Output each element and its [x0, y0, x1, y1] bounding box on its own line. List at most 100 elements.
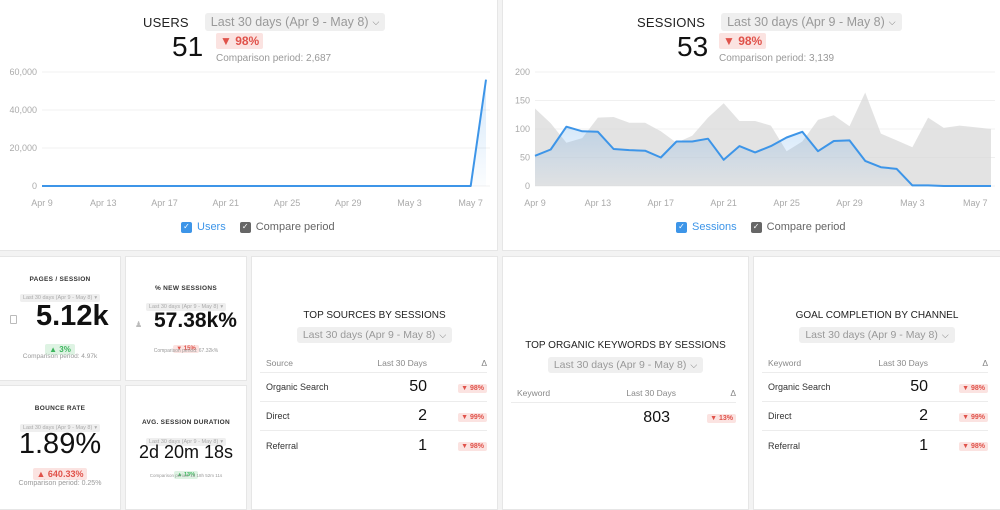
x-tick-label: Apr 29: [335, 198, 362, 208]
x-tick-label: Apr 9: [524, 198, 546, 208]
sessions-title: SESSIONS: [637, 14, 706, 30]
x-tick-label: May 3: [397, 198, 422, 208]
table-row[interactable]: Direct 2 ▼ 99%: [762, 402, 988, 431]
card-value: 57.38k%: [154, 309, 237, 332]
table-row[interactable]: Referral 1 ▼ 98%: [762, 431, 988, 460]
row-value: 50: [409, 378, 427, 395]
row-value: 1: [919, 436, 928, 454]
table-row[interactable]: 803 ▼ 13%: [511, 403, 736, 432]
checkbox-checked-icon: ✓: [181, 221, 192, 233]
row-name: Referral: [768, 440, 801, 451]
x-tick-label: May 3: [900, 198, 925, 208]
y-tick-label: 100: [515, 124, 530, 134]
column-header: Last 30 Days: [377, 357, 427, 368]
x-tick-label: Apr 9: [31, 198, 53, 208]
column-header: Keyword: [768, 357, 802, 368]
column-header: Δ: [730, 387, 736, 398]
column-header: Keyword: [517, 387, 551, 398]
legend-compare-toggle[interactable]: ✓ Compare period: [750, 221, 846, 233]
legend-sessions-label: Sessions: [692, 221, 737, 233]
checkbox-checked-icon: ✓: [750, 221, 762, 233]
y-tick-label: 150: [515, 96, 530, 106]
column-header: Δ: [481, 357, 487, 368]
legend-compare-toggle[interactable]: ✓ Compare period: [239, 221, 335, 233]
column-header: Source: [266, 357, 293, 368]
chevron-down-icon: ⌵: [690, 359, 698, 370]
x-tick-label: Apr 13: [585, 198, 612, 208]
top-keywords-table: Keyword Last 30 Days Δ 803 ▼ 13%: [511, 383, 736, 432]
card-comparison: Comparison period: 4.97k: [22, 353, 98, 360]
row-name: Direct: [266, 411, 290, 421]
goal-completion-table: Keyword Last 30 Days Δ Organic Search 50…: [762, 353, 988, 460]
row-name: Referral: [266, 440, 299, 451]
top-keywords-date-range-select[interactable]: Last 30 days (Apr 9 - May 8) ⌵: [547, 357, 704, 373]
users-legend: ✓ Users ✓ Compare period: [181, 221, 335, 233]
y-tick-label: 0: [525, 181, 530, 191]
legend-sessions-toggle[interactable]: ✓ Sessions: [676, 221, 737, 233]
goal-completion-date-range-select[interactable]: Last 30 days (Apr 9 - May 8) ⌵: [799, 327, 955, 343]
top-sources-widget: TOP SOURCES BY SESSIONS Last 30 days (Ap…: [251, 256, 498, 510]
users-date-range-select[interactable]: Last 30 days (Apr 9 - May 8) ⌵: [204, 13, 386, 31]
card-comparison: Comparison period: 0.25%: [18, 480, 102, 487]
table-row[interactable]: Organic Search 50 ▼ 98%: [762, 373, 988, 402]
table-header: Keyword Last 30 Days Δ: [762, 353, 988, 373]
users-title: USERS: [143, 14, 189, 30]
row-value: 50: [910, 378, 928, 395]
x-tick-label: Apr 25: [274, 198, 301, 208]
row-delta-badge: ▼ 98%: [959, 383, 988, 393]
legend-compare-label: Compare period: [766, 221, 846, 233]
card-value: 5.12k: [36, 300, 109, 332]
top-sources-date-range-select[interactable]: Last 30 days (Apr 9 - May 8) ⌵: [296, 327, 453, 343]
card-comparison: Comparison period: 67.32k%: [153, 348, 219, 354]
row-delta-badge: ▼ 98%: [458, 383, 487, 393]
y-tick-label: 20,000: [9, 143, 37, 153]
x-tick-label: May 7: [963, 198, 988, 208]
x-tick-label: Apr 17: [151, 198, 178, 208]
table-row[interactable]: Referral 1 ▼ 98%: [260, 431, 487, 460]
sessions-date-range-label: Last 30 days (Apr 9 - May 8): [727, 15, 885, 29]
card-comparison: Comparison period: 1d 18h 52m 11s: [149, 473, 223, 478]
row-name: Organic Search: [768, 382, 831, 392]
card-value: 1.89%: [18, 428, 102, 460]
goal-completion-title: GOAL COMPLETION BY CHANNEL: [795, 310, 959, 321]
sessions-widget: SESSIONS Last 30 days (Apr 9 - May 8) ⌵ …: [502, 0, 1000, 251]
users-widget: USERS Last 30 days (Apr 9 - May 8) ⌵ 51 …: [0, 0, 498, 251]
top-sources-title: TOP SOURCES BY SESSIONS: [303, 310, 446, 321]
top-sources-table: Source Last 30 Days Δ Organic Search 50 …: [260, 353, 487, 460]
sessions-chart: 0 50 100 150 200 Apr 9 Apr 13 Apr 17 Apr 21 Apr 2…: [515, 67, 995, 208]
top-keywords-widget: TOP ORGANIC KEYWORDS BY SESSIONS Last 30…: [502, 256, 749, 510]
sessions-date-range-select[interactable]: Last 30 days (Apr 9 - May 8) ⌵: [721, 13, 902, 31]
chevron-down-icon: ⌵: [941, 329, 949, 340]
table-row[interactable]: Organic Search 50 ▼ 98%: [260, 373, 487, 402]
row-value: 803: [643, 408, 670, 426]
x-tick-label: Apr 21: [710, 198, 737, 208]
row-delta-badge: ▼ 13%: [707, 414, 736, 423]
x-tick-label: Apr 21: [212, 198, 239, 208]
series-line-users: [42, 79, 487, 187]
y-tick-label: 50: [520, 153, 530, 163]
table-header: Keyword Last 30 Days Δ: [511, 383, 736, 403]
card-title: PAGES / SESSION: [29, 276, 91, 283]
date-range-label: Last 30 days (Apr 9 - May 8): [553, 359, 687, 371]
legend-users-toggle[interactable]: ✓ Users: [181, 221, 226, 233]
table-row[interactable]: Direct 2 ▼ 99%: [260, 402, 487, 431]
bounce-rate-card: BOUNCE RATE Last 30 days (Apr 9 - May 8)…: [0, 385, 121, 510]
y-tick-label: 0: [32, 181, 37, 191]
row-value: 1: [418, 436, 427, 454]
users-value: 51: [172, 31, 204, 62]
checkbox-checked-icon: ✓: [239, 221, 251, 233]
users-chart: 0 20,000 40,000 60,000 Apr 9 Apr 13 Apr 17 Apr …: [9, 67, 490, 208]
new-sessions-card: % NEW SESSIONS Last 30 days (Apr 9 - May…: [125, 256, 247, 381]
column-header: Last 30 Days: [626, 387, 676, 398]
row-delta-badge: ▼ 98%: [959, 442, 988, 451]
series-area-users: [42, 79, 486, 186]
row-value: 2: [418, 407, 427, 424]
row-delta-badge: ▼ 99%: [458, 412, 487, 422]
column-header: Δ: [982, 357, 988, 368]
sessions-delta-badge: ▼ 98%: [719, 33, 767, 49]
row-value: 2: [919, 407, 928, 424]
chevron-down-icon: ⌵: [888, 16, 896, 27]
y-tick-label: 60,000: [9, 67, 37, 77]
row-name: Organic Search: [266, 382, 329, 392]
sessions-value: 53: [677, 31, 709, 62]
